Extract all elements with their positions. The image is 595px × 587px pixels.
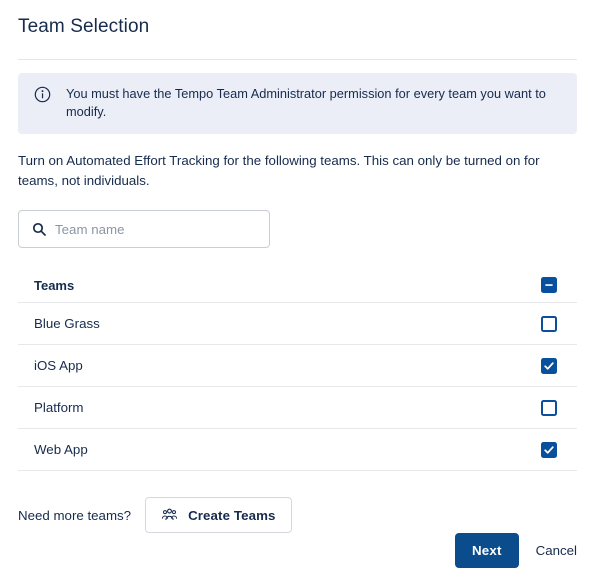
team-search-field[interactable] <box>18 210 270 248</box>
team-name: iOS App <box>34 358 83 373</box>
create-teams-button[interactable]: Create Teams <box>145 497 292 533</box>
teams-table: Teams Blue Grass iOS App Platform Web Ap… <box>18 268 577 471</box>
table-row[interactable]: Web App <box>18 429 577 471</box>
info-circle-icon <box>34 86 51 103</box>
next-button[interactable]: Next <box>454 533 519 568</box>
team-checkbox[interactable] <box>541 357 557 374</box>
team-checkbox[interactable] <box>541 315 557 332</box>
team-name: Blue Grass <box>34 316 100 331</box>
need-more-teams-label: Need more teams? <box>18 507 132 523</box>
page-title: Team Selection <box>18 16 150 37</box>
team-name: Web App <box>34 442 88 457</box>
table-header-label: Teams <box>34 277 75 293</box>
team-name: Platform <box>34 400 84 415</box>
info-banner: You must have the Tempo Team Administrat… <box>18 73 577 134</box>
info-banner-text: You must have the Tempo Team Administrat… <box>66 86 546 119</box>
search-input[interactable] <box>55 211 255 247</box>
title-divider <box>18 59 577 60</box>
team-checkbox-cell <box>521 441 577 458</box>
search-icon <box>32 222 46 236</box>
create-teams-label: Create Teams <box>188 507 276 523</box>
table-row[interactable]: Blue Grass <box>18 303 577 345</box>
cancel-button[interactable]: Cancel <box>536 543 577 558</box>
create-teams-row: Need more teams? Create Teams <box>18 497 577 533</box>
team-checkbox[interactable] <box>541 441 557 458</box>
team-checkbox-cell <box>521 357 577 374</box>
description-text: Turn on Automated Effort Tracking for th… <box>18 153 540 188</box>
table-row[interactable]: Platform <box>18 387 577 429</box>
team-checkbox[interactable] <box>541 399 557 416</box>
table-row[interactable]: iOS App <box>18 345 577 387</box>
footer-actions: Next Cancel <box>454 533 577 568</box>
select-all-checkbox[interactable] <box>541 277 557 293</box>
team-selection-page: Team Selection You must have the Tempo T… <box>0 0 595 587</box>
select-all-cell <box>521 277 577 293</box>
team-checkbox-cell <box>521 315 577 332</box>
table-header-row: Teams <box>18 268 577 303</box>
team-checkbox-cell <box>521 399 577 416</box>
people-group-icon <box>161 508 178 523</box>
